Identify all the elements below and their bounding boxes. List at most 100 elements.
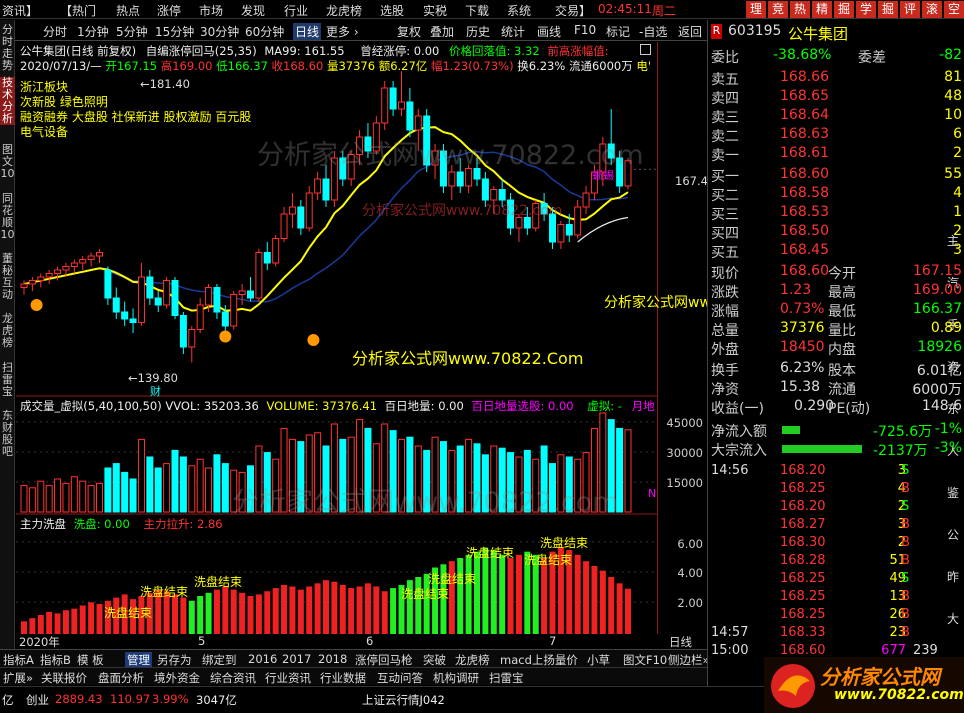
tab-f10-graphic[interactable]: 图文F10 [623, 652, 667, 668]
tick-row[interactable]: 168.25 13 B [708, 589, 964, 607]
tab-2017[interactable]: 2017 [282, 652, 311, 666]
menu-item-discover[interactable]: 发现 [241, 2, 265, 19]
flow-row[interactable]: 净流入额 -725.6万 -1% [708, 421, 964, 440]
chart-indicator-name[interactable]: 自编涨停回马(25,35) [146, 44, 257, 58]
tool-mark[interactable]: 标记 [606, 23, 630, 40]
ask-row[interactable]: 卖三 168.64 10 [708, 107, 964, 126]
tab-industry-news[interactable]: 行业资讯 [265, 670, 311, 686]
tab-5min[interactable]: 5分钟 [116, 23, 148, 40]
badge-jing[interactable]: 竞 [768, 1, 788, 18]
ask-row[interactable]: 卖二 168.63 6 [708, 126, 964, 145]
tool-history[interactable]: 历史 [466, 23, 490, 40]
tick-row[interactable]: 168.28 51 B [708, 553, 964, 571]
stat-row[interactable]: 总量 37376 量比 0.89 [708, 320, 964, 339]
tab-sidebar[interactable]: 侧边栏» [668, 652, 710, 668]
ask-row[interactable]: 卖四 168.65 48 [708, 88, 964, 107]
tick-row[interactable]: 168.30 2 B [708, 535, 964, 553]
tab-dragon[interactable]: 龙虎榜 [455, 652, 490, 668]
tab-timeshare[interactable]: 分时 [43, 23, 67, 40]
flow-row[interactable]: 大宗流入 -2137万 -3% [708, 440, 964, 459]
tab-grass[interactable]: 小草 [587, 652, 610, 668]
badge-gun[interactable]: 滚 [922, 1, 942, 18]
tab-research[interactable]: 机构调研 [433, 670, 479, 686]
tab-foreign-capital[interactable]: 境外资金 [154, 670, 200, 686]
menu-item-tax[interactable]: 实税 [423, 2, 447, 19]
leftnav-timeshare[interactable]: 分时走势 [0, 24, 15, 72]
menu-item-industry[interactable]: 行业 [284, 2, 308, 19]
tool-back[interactable]: 返回 [678, 23, 702, 40]
stat-row[interactable]: 涨幅 0.73% 最低 166.37 [708, 301, 964, 320]
menu-item-system[interactable]: 系统 [507, 2, 531, 19]
menu-item-hotspot[interactable]: 热点 [116, 2, 140, 19]
badge-jue[interactable]: 掘 [834, 1, 854, 18]
badge-kong[interactable]: 空 [944, 1, 964, 18]
bid-row[interactable]: 买四 168.50 2 [708, 223, 964, 242]
tab-2016[interactable]: 2016 [248, 652, 277, 666]
status-cyb-label[interactable]: 创业 [26, 692, 49, 708]
tab-breakout[interactable]: 突破 [423, 652, 446, 668]
badge-re[interactable]: 热 [790, 1, 810, 18]
tab-60min[interactable]: 60分钟 [245, 23, 284, 40]
stat2-row[interactable]: 净资 15.38 流通 6000万 [708, 379, 964, 398]
bid-row[interactable]: 买五 168.45 3 [708, 242, 964, 261]
menu-item-download[interactable]: 下载 [465, 2, 489, 19]
stat-row[interactable]: 外盘 18450 内盘 18926 [708, 339, 964, 358]
stat2-row[interactable]: 换手 6.23% 股本 6.01亿 [708, 360, 964, 379]
status-ticker[interactable]: 上证云行情J042 [362, 692, 445, 708]
leftnav-dragon[interactable]: 龙虎榜 [0, 313, 15, 349]
tick-row[interactable]: 14:57 168.33 23 B [708, 625, 964, 643]
tab-limitup-pullback[interactable]: 涨停回马枪 [355, 652, 413, 668]
tick-row[interactable]: 168.25 4 B [708, 481, 964, 499]
zl-title[interactable]: 主力洗盘 [20, 517, 66, 531]
menu-item-hot[interactable]: 【热门 [60, 2, 96, 19]
bid-row[interactable]: 买三 168.53 1 [708, 204, 964, 223]
tool-f10[interactable]: F10 [574, 23, 596, 37]
tab-related-quotes[interactable]: 关联报价 [41, 670, 87, 686]
tab-bind[interactable]: 绑定到 [202, 652, 237, 668]
tool-watchlist[interactable]: -自选 [639, 23, 667, 40]
leftnav-mine[interactable]: 扫雷宝 [0, 362, 15, 398]
badge-xue[interactable]: 学 [856, 1, 876, 18]
tool-overlay[interactable]: 叠加 [430, 23, 454, 40]
leftnav-technical[interactable]: 技术分析 [0, 77, 15, 125]
finance-marker[interactable]: 财 [150, 383, 161, 399]
x-label-daily[interactable]: 日线 [669, 634, 692, 650]
ask-row[interactable]: 卖五 168.66 81 [708, 69, 964, 88]
leftnav-forum[interactable]: 东财股吧 [0, 410, 15, 458]
tool-restore[interactable]: 复权 [397, 23, 421, 40]
tab-qa[interactable]: 互动问答 [377, 670, 423, 686]
stat-row[interactable]: 现价 168.60 今开 167.15 [708, 263, 964, 282]
tab-1min[interactable]: 1分钟 [77, 23, 109, 40]
ask-row[interactable]: 卖一 168.61 2 [708, 145, 964, 164]
tool-stats[interactable]: 统计 [501, 23, 525, 40]
tab-more[interactable]: 更多 › [326, 23, 359, 40]
tick-row[interactable]: 168.25 49 S [708, 571, 964, 589]
tab-indicator-b[interactable]: 指标B [40, 652, 71, 668]
menu-item-stockpick[interactable]: 选股 [380, 2, 404, 19]
menu-item-market[interactable]: 市场 [199, 2, 223, 19]
stat-row[interactable]: 涨跌 1.23 最高 169.00 [708, 282, 964, 301]
tab-2018[interactable]: 2018 [318, 652, 347, 666]
badge-jue2[interactable]: 掘 [878, 1, 898, 18]
tick-row[interactable]: 168.25 26 B [708, 607, 964, 625]
bid-row[interactable]: 买一 168.60 55 [708, 166, 964, 185]
menu-item-news[interactable]: 资讯】 [2, 2, 38, 19]
tab-indicator-a[interactable]: 指标A [3, 652, 34, 668]
menu-item-dragon[interactable]: 龙虎榜 [326, 2, 362, 19]
tab-general-news[interactable]: 综合资讯 [210, 670, 256, 686]
window-toggle-icon[interactable] [640, 44, 651, 55]
tab-template[interactable]: 模 板 [77, 652, 104, 668]
tab-30min[interactable]: 30分钟 [200, 23, 239, 40]
tab-15min[interactable]: 15分钟 [155, 23, 194, 40]
menu-item-trade[interactable]: 交易】 [555, 2, 591, 19]
tab-saveas[interactable]: 另存为 [157, 652, 192, 668]
menu-item-limitup[interactable]: 涨停 [157, 2, 181, 19]
bid-row[interactable]: 买二 168.58 4 [708, 185, 964, 204]
tick-row[interactable]: 14:56 168.20 3 S [708, 463, 964, 481]
tab-expand[interactable]: 扩展» [3, 670, 33, 686]
leftnav-ths-f10[interactable]: 同花顺10 [0, 193, 15, 241]
tab-manage[interactable]: 管理 [125, 652, 152, 668]
badge-jing2[interactable]: 精 [812, 1, 832, 18]
tick-row[interactable]: 168.27 3 B [708, 517, 964, 535]
tick-row[interactable]: 168.20 2 S [708, 499, 964, 517]
